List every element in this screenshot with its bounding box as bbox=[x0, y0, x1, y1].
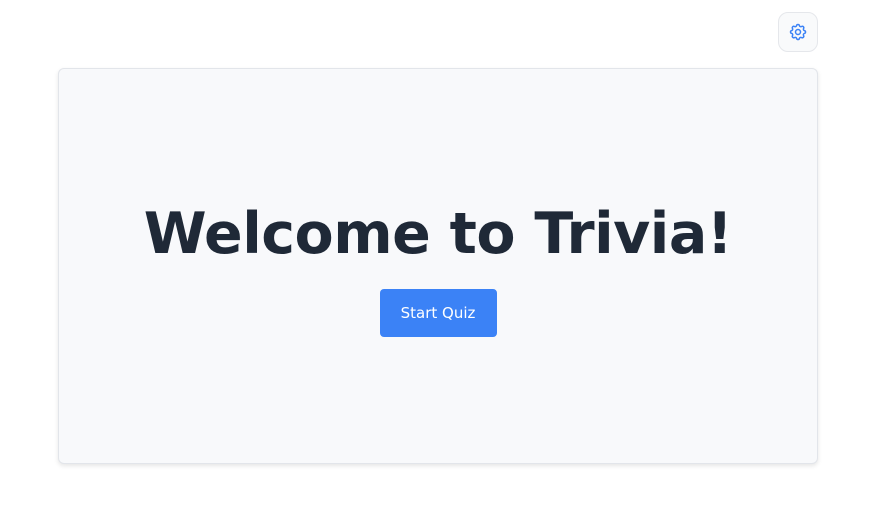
gear-icon bbox=[788, 22, 808, 42]
settings-button[interactable] bbox=[778, 12, 818, 52]
page-title: Welcome to Trivia! bbox=[143, 200, 733, 267]
start-quiz-button[interactable]: Start Quiz bbox=[379, 289, 497, 338]
page: Welcome to Trivia! Start Quiz bbox=[0, 0, 873, 510]
welcome-card: Welcome to Trivia! Start Quiz bbox=[58, 68, 818, 464]
